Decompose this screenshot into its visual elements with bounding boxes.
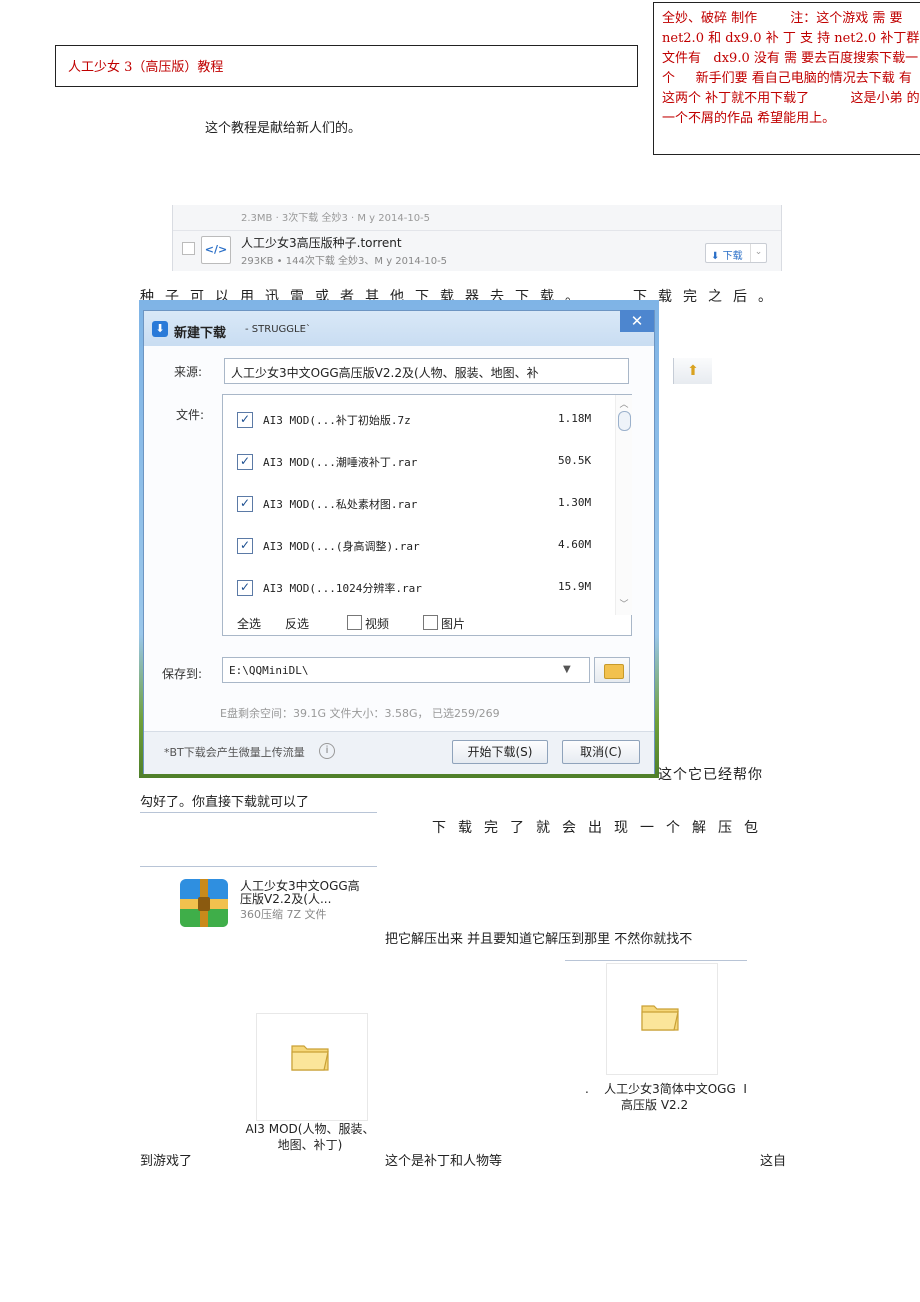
game-folder-card[interactable]: [606, 963, 718, 1075]
source-label: 来源:: [174, 365, 203, 379]
chevron-down-icon[interactable]: ▼: [563, 664, 571, 675]
scroll-thumb[interactable]: [618, 411, 631, 431]
file-row[interactable]: ✓ AI3 MOD(...1024分辨率.rar 15.9M: [223, 573, 615, 603]
video-label: 视频: [365, 617, 390, 631]
list-item-torrent[interactable]: </> 人工少女3高压版种子.torrent 293KB • 144次下载 全妙…: [173, 231, 781, 271]
scroll-down-icon[interactable]: ﹀: [616, 597, 632, 610]
previous-row-meta: 2.3MB · 3次下载 全妙3 · M y 2014-10-5: [241, 213, 431, 224]
save-path-select[interactable]: E:\QQMiniDL\ ▼: [222, 657, 590, 683]
archive-name-line2: 压版V2.2及(人...: [240, 892, 332, 906]
divider: [140, 812, 377, 813]
select-all-link[interactable]: 全选: [237, 615, 261, 632]
download-list: 2.3MB · 3次下载 全妙3 · M y 2014-10-5 </> 人工少…: [172, 205, 782, 271]
file-name[interactable]: 人工少女3高压版种子.torrent: [241, 234, 402, 251]
file-size: 50.5K: [558, 454, 592, 467]
cancel-button[interactable]: 取消(C): [562, 740, 640, 764]
image-label: 图片: [441, 617, 466, 631]
folder-icon: [604, 664, 624, 679]
mod-folder-line1: AI3 MOD(人物、服装、: [245, 1122, 375, 1136]
archive-name[interactable]: 人工少女3中文OGG高 压版V2.2及(人...: [240, 880, 360, 906]
file-row[interactable]: ✓ AI3 MOD(...私处素材图.rar 1.30M: [223, 489, 615, 519]
file-row[interactable]: ✓ AI3 MOD(...潮唾液补丁.rar 50.5K: [223, 447, 615, 477]
paragraph-3: 下载完了就会出现一个解压包: [432, 820, 770, 836]
divider: [565, 960, 747, 961]
dialog-title: 新建下载: [174, 326, 227, 341]
paragraph-2a: 这个它已经帮你: [658, 767, 763, 783]
file-row[interactable]: ✓ AI3 MOD(...补丁初始版.7z 1.18M: [223, 405, 615, 435]
file-row[interactable]: ✓ AI3 MOD(...(身高调整).rar 4.60M: [223, 531, 615, 561]
new-download-dialog: ⬇ 新建下载 - STRUGGLE` ✕ 来源: 人工少女3中文OGG高压版V2…: [143, 310, 712, 774]
previous-row: 2.3MB · 3次下载 全妙3 · M y 2014-10-5: [173, 205, 781, 231]
file-name: AI3 MOD(...1024分辨率.rar: [263, 582, 422, 595]
game-folder-line1: 人工少女3简体中文OGG: [604, 1082, 736, 1096]
file-checkbox[interactable]: ✓: [237, 412, 253, 428]
info-icon[interactable]: i: [319, 743, 335, 759]
scrollbar[interactable]: ︿ ﹀: [615, 395, 632, 615]
folder-icon: [641, 1005, 679, 1031]
folder-icon: [291, 1045, 329, 1071]
save-to-label: 保存到:: [162, 667, 203, 681]
download-button-label: ⬇ 下载: [711, 247, 743, 262]
dialog-titlebar: ⬇ 新建下载 - STRUGGLE` ✕: [144, 310, 654, 346]
source-field[interactable]: 人工少女3中文OGG高压版V2.2及(人物、服装、地图、补 ⬆: [224, 358, 712, 384]
paragraph-5a: 到游戏了: [140, 1154, 193, 1169]
file-name: AI3 MOD(...潮唾液补丁.rar: [263, 456, 418, 469]
game-folder-name[interactable]: . 人工少女3简体中文OGG I 高压版 V2.2: [585, 1081, 765, 1113]
folder-suffix: I: [743, 1082, 747, 1096]
file-size: 1.30M: [558, 496, 592, 509]
paragraph-2b: 勾好了。你直接下载就可以了: [140, 795, 310, 810]
file-size: 15.9M: [558, 580, 592, 593]
title-box: 人工少女 3（高压版）教程: [55, 45, 638, 87]
file-name: AI3 MOD(...私处素材图.rar: [263, 498, 418, 511]
download-arrow-icon: ⬇: [711, 251, 720, 262]
scroll-up-icon[interactable]: ︿: [616, 397, 632, 410]
dialog-footer: *BT下载会产生微量上传流量 i 开始下载(S) 取消(C): [144, 731, 654, 774]
author-note: 全妙、破碎 制作 注：这个游戏 需 要 net2.0 和 dx9.0 补 丁 支…: [653, 2, 920, 155]
file-list: ✓ AI3 MOD(...补丁初始版.7z 1.18M ✓ AI3 MOD(..…: [222, 394, 632, 636]
row-checkbox[interactable]: [182, 242, 195, 255]
archive-icon[interactable]: [178, 875, 230, 929]
download-logo-icon: ⬇: [152, 321, 168, 337]
paragraph-4: 把它解压出来 并且要知道它解压到那里 不然你就找不: [385, 932, 693, 947]
divider: [140, 866, 377, 867]
file-checkbox[interactable]: ✓: [237, 538, 253, 554]
image-checkbox[interactable]: [423, 615, 438, 630]
space-info: E盘剩余空间：39.1G 文件大小：3.58G， 已选259/269: [220, 707, 500, 720]
download-button[interactable]: ⬇ 下载 ⌄: [705, 243, 767, 263]
files-label: 文件:: [176, 408, 205, 422]
browse-folder-button[interactable]: [594, 657, 630, 683]
download-label: 下载: [722, 251, 743, 262]
mod-folder-line2: 地图、补丁): [277, 1138, 343, 1152]
file-meta: 293KB • 144次下载 全妙3、M y 2014-10-5: [241, 256, 448, 267]
intro-text: 这个教程是献给新人们的。: [205, 121, 362, 136]
invert-selection-link[interactable]: 反选: [285, 615, 309, 632]
start-download-button[interactable]: 开始下载(S): [452, 740, 548, 764]
mod-folder-name[interactable]: AI3 MOD(人物、服装、 地图、补丁): [225, 1121, 395, 1153]
file-checkbox[interactable]: ✓: [237, 496, 253, 512]
selection-row: 全选 反选 视频 图片: [223, 609, 631, 635]
bt-upload-note: *BT下载会产生微量上传流量: [164, 746, 305, 759]
file-name: AI3 MOD(...补丁初始版.7z: [263, 414, 411, 427]
file-size: 4.60M: [558, 538, 592, 551]
game-folder-line2: 高压版 V2.2: [621, 1098, 689, 1112]
dialog-subtitle: - STRUGGLE`: [245, 324, 311, 335]
file-size: 1.18M: [558, 412, 592, 425]
paragraph-5b: 这个是补丁和人物等: [385, 1154, 503, 1169]
open-source-button[interactable]: ⬆: [673, 358, 712, 384]
save-path-value: E:\QQMiniDL\: [229, 664, 309, 677]
code-file-icon: </>: [201, 236, 231, 264]
file-checkbox[interactable]: ✓: [237, 454, 253, 470]
folder-prefix: .: [585, 1082, 589, 1096]
mod-folder-card[interactable]: [256, 1013, 368, 1121]
chevron-down-icon[interactable]: ⌄: [750, 244, 766, 262]
paragraph-5c: 这自: [760, 1154, 787, 1169]
source-value: 人工少女3中文OGG高压版V2.2及(人物、服装、地图、补: [231, 366, 539, 380]
archive-type: 360压缩 7Z 文件: [240, 908, 327, 921]
doc-title: 人工少女 3（高压版）教程: [68, 60, 224, 75]
video-checkbox[interactable]: [347, 615, 362, 630]
file-checkbox[interactable]: ✓: [237, 580, 253, 596]
close-icon[interactable]: ✕: [620, 310, 654, 332]
upload-icon: ⬆: [687, 363, 699, 379]
file-name: AI3 MOD(...(身高调整).rar: [263, 540, 420, 553]
